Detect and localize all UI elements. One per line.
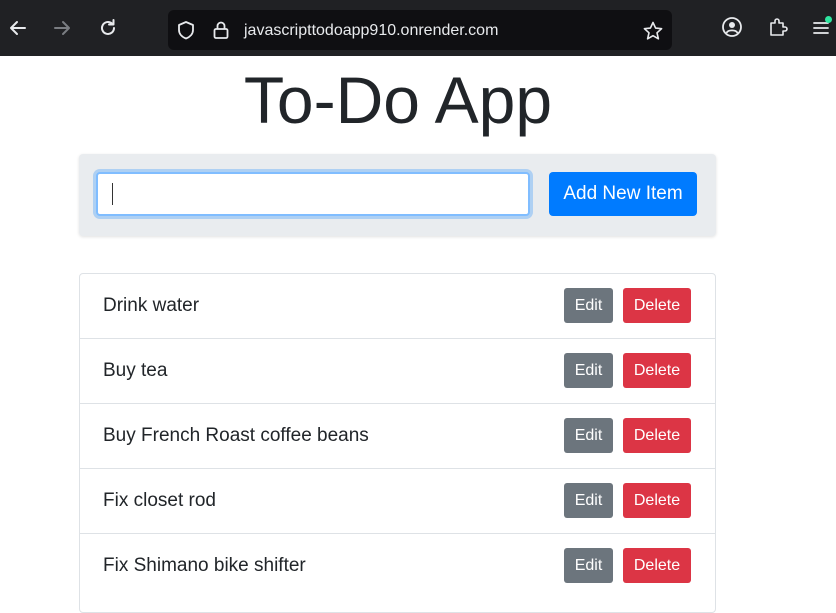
reload-icon (101, 19, 115, 35)
todo-item: Buy tea Edit Delete (80, 339, 715, 404)
edit-button[interactable]: Edit (564, 288, 613, 323)
new-item-input[interactable] (96, 172, 530, 216)
browser-toolbar: javascripttodoapp910.onrender.com (0, 0, 836, 56)
forward-arrow-icon (54, 21, 70, 35)
extension-badge (825, 16, 832, 23)
shield-icon[interactable] (176, 20, 196, 40)
edit-button[interactable]: Edit (564, 353, 613, 388)
lock-icon[interactable] (212, 20, 230, 40)
todo-item: Fix Shimano bike shifter Edit Delete (80, 534, 715, 599)
todo-item-text: Fix Shimano bike shifter (103, 555, 306, 576)
address-bar[interactable]: javascripttodoapp910.onrender.com (168, 10, 672, 50)
puzzle-icon[interactable] (767, 16, 789, 38)
account-icon[interactable] (721, 16, 743, 38)
page-title: To-Do App (243, 63, 553, 137)
delete-button[interactable]: Delete (623, 288, 691, 323)
add-item-form: Add New Item (79, 154, 716, 236)
todo-item-text: Drink water (103, 295, 200, 316)
reload-button[interactable] (94, 14, 122, 42)
todo-item-text: Fix closet rod (103, 490, 216, 511)
edit-button[interactable]: Edit (564, 418, 613, 453)
delete-button[interactable]: Delete (623, 548, 691, 583)
delete-button[interactable]: Delete (623, 353, 691, 388)
back-arrow-icon (10, 21, 26, 35)
delete-button[interactable]: Delete (623, 418, 691, 453)
star-icon[interactable] (642, 20, 664, 42)
todo-item: Buy French Roast coffee beans Edit Delet… (80, 404, 715, 469)
back-button[interactable] (4, 14, 32, 42)
todo-item: Drink water Edit Delete (80, 274, 715, 339)
todo-list: Drink water Edit Delete Buy tea Edit Del… (79, 273, 716, 613)
edit-button[interactable]: Edit (564, 548, 613, 583)
forward-button[interactable] (48, 14, 76, 42)
todo-item-text: Buy French Roast coffee beans (103, 425, 369, 446)
todo-item: Fix closet rod Edit Delete (80, 469, 715, 534)
todo-item-text: Buy tea (103, 360, 168, 381)
delete-button[interactable]: Delete (623, 483, 691, 518)
url-text[interactable]: javascripttodoapp910.onrender.com (244, 21, 498, 41)
add-new-item-button[interactable]: Add New Item (549, 172, 697, 216)
text-caret (112, 183, 113, 205)
edit-button[interactable]: Edit (564, 483, 613, 518)
